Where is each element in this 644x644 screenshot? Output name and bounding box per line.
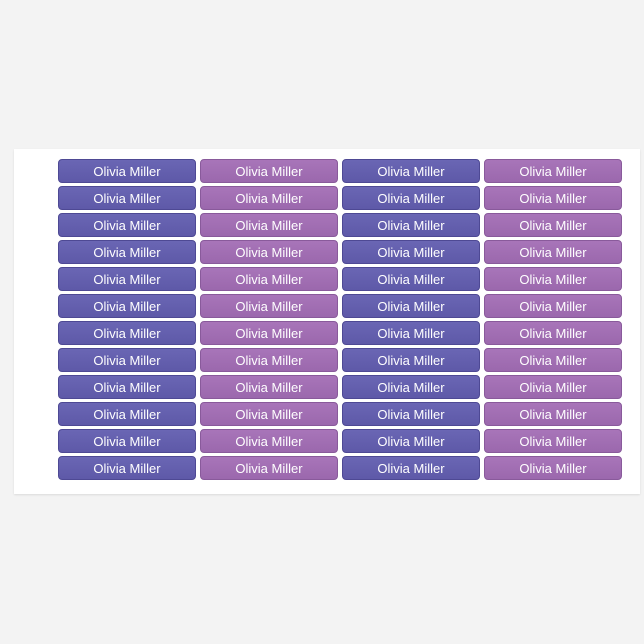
name-label: Olivia Miller [342,186,480,210]
name-label: Olivia Miller [342,294,480,318]
name-label: Olivia Miller [484,348,622,372]
name-label: Olivia Miller [58,267,196,291]
name-label: Olivia Miller [58,159,196,183]
name-label: Olivia Miller [200,375,338,399]
name-label: Olivia Miller [200,402,338,426]
name-label: Olivia Miller [342,321,480,345]
name-label: Olivia Miller [484,375,622,399]
name-label: Olivia Miller [58,429,196,453]
name-label: Olivia Miller [58,186,196,210]
name-label: Olivia Miller [200,159,338,183]
name-label: Olivia Miller [58,213,196,237]
name-label: Olivia Miller [484,240,622,264]
name-label: Olivia Miller [484,321,622,345]
name-label: Olivia Miller [200,186,338,210]
name-label: Olivia Miller [58,456,196,480]
name-label: Olivia Miller [58,375,196,399]
name-label: Olivia Miller [342,456,480,480]
name-label: Olivia Miller [58,348,196,372]
name-label: Olivia Miller [342,159,480,183]
name-label: Olivia Miller [484,186,622,210]
name-label: Olivia Miller [200,456,338,480]
name-label: Olivia Miller [200,267,338,291]
name-label: Olivia Miller [484,456,622,480]
name-label: Olivia Miller [484,429,622,453]
name-label: Olivia Miller [200,429,338,453]
name-label: Olivia Miller [58,294,196,318]
name-label: Olivia Miller [342,375,480,399]
name-label: Olivia Miller [342,402,480,426]
name-label: Olivia Miller [200,294,338,318]
label-sheet: Olivia Miller Olivia Miller Olivia Miller O… [14,149,640,494]
name-label: Olivia Miller [484,213,622,237]
name-label: Olivia Miller [200,321,338,345]
name-label: Olivia Miller [484,159,622,183]
name-label: Olivia Miller [58,402,196,426]
name-label: Olivia Miller [484,402,622,426]
name-label: Olivia Miller [342,429,480,453]
name-label: Olivia Miller [342,348,480,372]
name-label: Olivia Miller [342,213,480,237]
name-label: Olivia Miller [58,321,196,345]
label-grid: Olivia Miller Olivia Miller Olivia Miller O… [58,159,622,480]
name-label: Olivia Miller [484,267,622,291]
name-label: Olivia Miller [200,348,338,372]
name-label: Olivia Miller [200,213,338,237]
name-label: Olivia Miller [484,294,622,318]
name-label: Olivia Miller [200,240,338,264]
name-label: Olivia Miller [342,240,480,264]
name-label: Olivia Miller [58,240,196,264]
name-label: Olivia Miller [342,267,480,291]
